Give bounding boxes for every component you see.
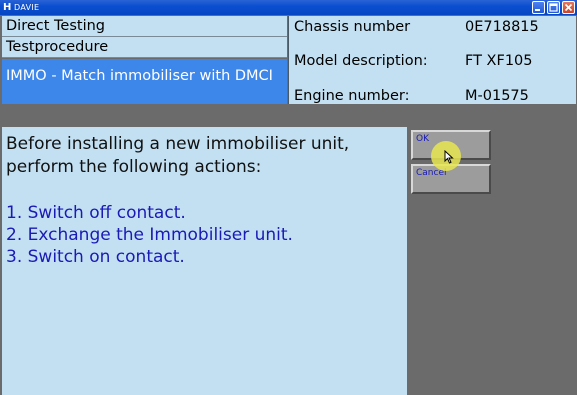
maximize-button[interactable] (547, 1, 560, 14)
chassis-number-value: 0E718815 (465, 19, 539, 35)
model-description-value: FT XF105 (465, 53, 533, 69)
engine-number-label: Engine number: (294, 88, 410, 104)
header-row-testprocedure[interactable]: Testprocedure (2, 37, 287, 58)
instruction-step: 2. Exchange the Immobiliser unit. (6, 225, 293, 245)
instruction-step: 1. Switch off contact. (6, 203, 186, 223)
minimize-button[interactable] (532, 1, 545, 14)
engine-number-value: M-01575 (465, 88, 529, 104)
procedure-header: Direct Testing Testprocedure IMMO - Matc… (2, 16, 287, 104)
davie-window: H DAVIE Direct Testing Testprocedure IMM… (0, 0, 577, 395)
maximize-icon (549, 3, 558, 12)
title-bar[interactable]: H DAVIE (0, 0, 577, 15)
instruction-intro: Before installing a new immobiliser unit… (6, 134, 350, 177)
minimize-icon (535, 9, 540, 11)
vehicle-info-panel: Chassis number 0E718815 Model descriptio… (288, 16, 576, 104)
close-button[interactable] (562, 1, 575, 14)
header-row-direct-testing[interactable]: Direct Testing (2, 16, 287, 37)
instruction-panel: Before installing a new immobiliser unit… (2, 127, 407, 395)
instruction-steps: 1. Switch off contact. 2. Exchange the I… (6, 202, 401, 268)
model-description-label: Model description: (294, 53, 428, 69)
chassis-number-label: Chassis number (294, 19, 411, 35)
window-title: DAVIE (14, 3, 40, 12)
instruction-step: 3. Switch on contact. (6, 247, 185, 267)
close-icon (564, 3, 573, 12)
header-row-immo-procedure[interactable]: IMMO - Match immobiliser with DMCI (2, 59, 287, 104)
mouse-cursor-icon (444, 150, 454, 164)
app-logo-icon: H (3, 2, 12, 13)
